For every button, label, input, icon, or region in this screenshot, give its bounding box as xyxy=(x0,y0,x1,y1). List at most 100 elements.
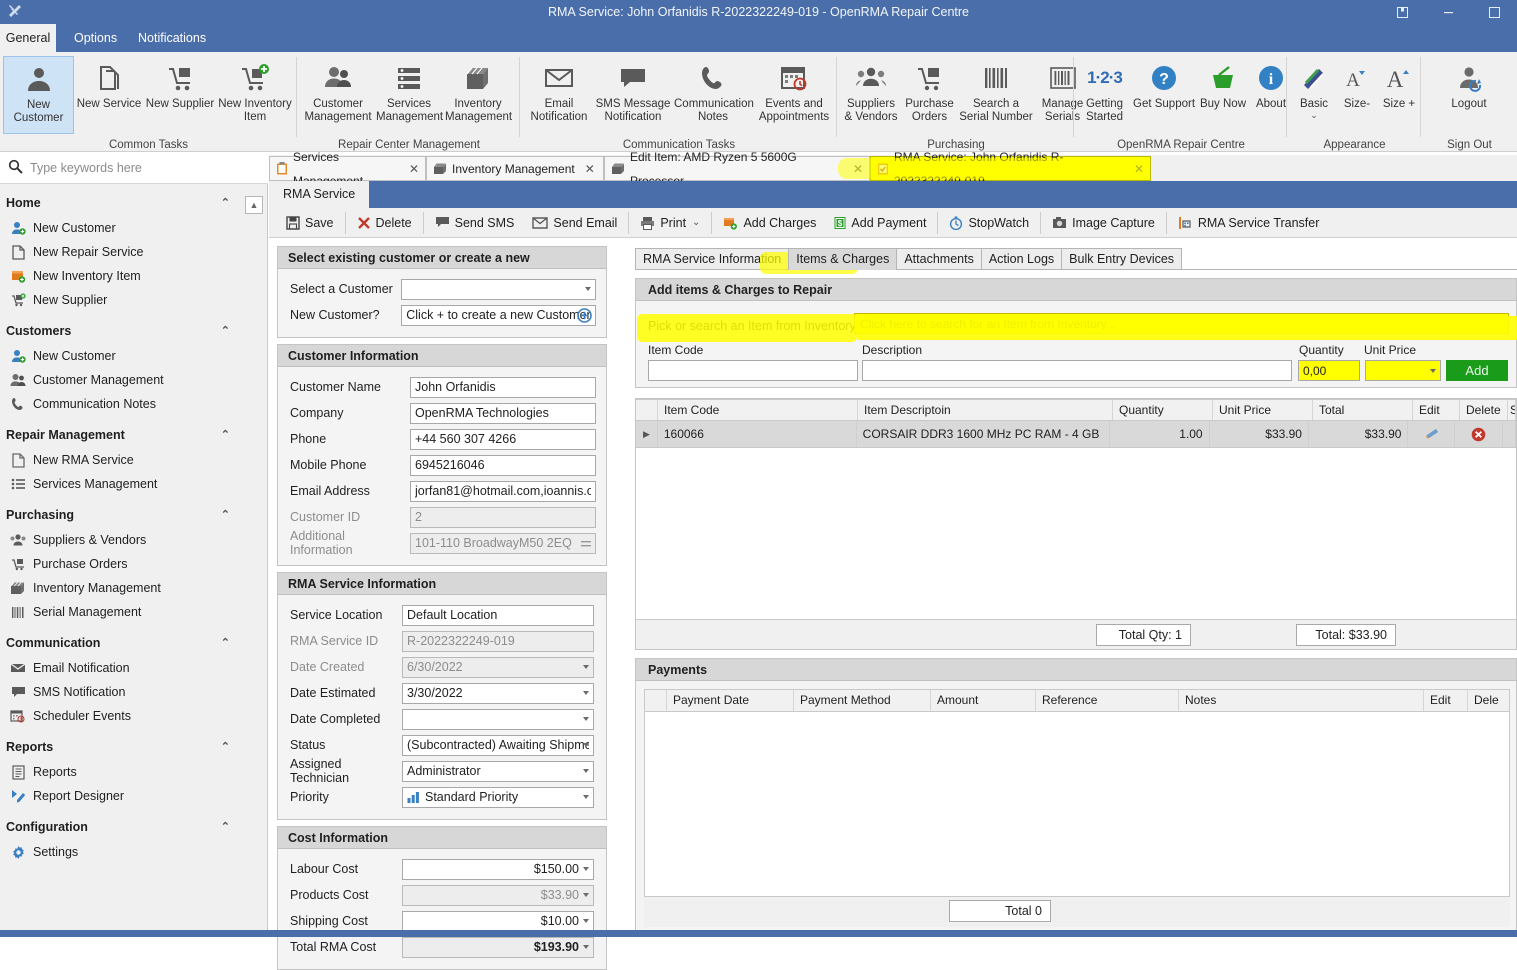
pencil-icon[interactable] xyxy=(1408,421,1456,447)
col-total[interactable]: Total xyxy=(1313,400,1413,420)
quantity-input[interactable]: 0,00 xyxy=(1298,360,1360,381)
maximize-icon[interactable] xyxy=(1471,0,1517,24)
sidebar-item-services-management[interactable]: Services Management xyxy=(0,472,268,496)
col-item-description[interactable]: Item Descriptoin xyxy=(858,400,1113,420)
restore-icon[interactable] xyxy=(1379,0,1425,24)
mobile-phone-field[interactable]: 6945216046 xyxy=(410,454,596,476)
sidebar-group-reports[interactable]: Reports ⌃ xyxy=(0,734,268,760)
item-code-input[interactable] xyxy=(648,360,858,381)
select-customer-combo[interactable] xyxy=(401,278,596,300)
new-customer-field[interactable]: Click + to create a new Customer xyxy=(401,304,596,326)
status-combo[interactable]: (Subcontracted) Awaiting Shipme... xyxy=(402,734,594,756)
sidebar-item-new-rma-service[interactable]: New RMA Service xyxy=(0,448,268,472)
sidebar-group-home[interactable]: Home ⌃ xyxy=(0,190,268,216)
ribbon-about[interactable]: i About xyxy=(1251,56,1291,111)
col-unit-price[interactable]: Unit Price xyxy=(1213,400,1313,420)
sidebar-item-serial-management[interactable]: Serial Management xyxy=(0,600,268,624)
doc-tab-edit-item[interactable]: Edit Item: AMD Ryzen 5 5600G Processor ✕ xyxy=(604,150,870,188)
minimize-icon[interactable] xyxy=(1425,0,1471,24)
close-icon[interactable]: ✕ xyxy=(409,157,419,181)
sidebar-item-customer-management[interactable]: Customer Management xyxy=(0,368,268,392)
print-button[interactable]: Print ⌄ xyxy=(631,209,709,237)
tab-bulk-entry-devices[interactable]: Bulk Entry Devices xyxy=(1061,248,1183,270)
add-charges-button[interactable]: Add Charges xyxy=(714,209,825,237)
doc-tab-inventory-management[interactable]: Inventory Management ✕ xyxy=(426,156,604,181)
sidebar-item-purchase-orders[interactable]: Purchase Orders xyxy=(0,552,268,576)
col-quantity[interactable]: Quantity xyxy=(1113,400,1213,420)
labour-cost-field[interactable]: $150.00 xyxy=(402,858,594,880)
tab-attachments[interactable]: Attachments xyxy=(896,248,982,270)
col-notes[interactable]: Notes xyxy=(1179,690,1424,711)
send-email-button[interactable]: Send Email xyxy=(523,209,626,237)
expand-editor-icon[interactable] xyxy=(581,538,591,548)
ribbon-new-inventory-item[interactable]: New Inventory Item xyxy=(218,56,292,124)
ribbon-email-notification[interactable]: Email Notification xyxy=(526,56,592,124)
ribbon-buy-now[interactable]: Buy Now xyxy=(1197,56,1249,111)
col-reference[interactable]: Reference xyxy=(1036,690,1179,711)
chevron-down-icon[interactable]: ⌄ xyxy=(692,217,700,228)
col-payment-date[interactable]: Payment Date xyxy=(667,690,794,711)
col-payment-method[interactable]: Payment Method xyxy=(794,690,931,711)
stopwatch-button[interactable]: StopWatch xyxy=(940,209,1038,237)
close-icon[interactable]: ✕ xyxy=(1134,157,1144,181)
inventory-search-input[interactable]: Click here to search for an Item from In… xyxy=(854,313,1509,334)
phone-field[interactable]: +44 560 307 4266 xyxy=(410,428,596,450)
sidebar-item-email-notification[interactable]: Email Notification xyxy=(0,656,268,680)
sidebar-item-new-repair-service[interactable]: New Repair Service xyxy=(0,240,268,264)
sidebar-item-inventory-management[interactable]: Inventory Management xyxy=(0,576,268,600)
unit-price-combo[interactable] xyxy=(1365,360,1441,381)
ribbon-purchase-orders[interactable]: Purchase Orders xyxy=(902,56,957,124)
col-delete[interactable]: Delete xyxy=(1460,400,1508,420)
sidebar-item-new-supplier[interactable]: New Supplier xyxy=(0,288,268,312)
tab-action-logs[interactable]: Action Logs xyxy=(980,248,1063,270)
delete-circle-icon[interactable] xyxy=(1455,421,1503,447)
ribbon-tab-general[interactable]: General xyxy=(0,24,56,52)
send-sms-button[interactable]: Send SMS xyxy=(426,209,524,237)
col-payment-delete[interactable]: Dele xyxy=(1468,690,1508,711)
col-item-code[interactable]: Item Code xyxy=(658,400,858,420)
ribbon-communication-notes[interactable]: Communication Notes xyxy=(674,56,754,124)
sidebar-group-communication[interactable]: Communication ⌃ xyxy=(0,630,268,656)
tab-rma-service-information[interactable]: RMA Service Information xyxy=(635,248,790,270)
sidebar-item-suppliers-vendors[interactable]: Suppliers & Vendors xyxy=(0,528,268,552)
search-input[interactable]: Type keywords here xyxy=(0,152,268,184)
sidebar-item-communication-notes[interactable]: Communication Notes xyxy=(0,392,268,416)
save-button[interactable]: Save xyxy=(277,209,343,237)
col-payment-edit[interactable]: Edit xyxy=(1424,690,1468,711)
date-completed-field[interactable] xyxy=(402,708,594,730)
ribbon-services-management[interactable]: Services Management xyxy=(376,56,443,124)
close-icon[interactable]: ✕ xyxy=(585,157,595,181)
ribbon-suppliers-vendors[interactable]: Suppliers & Vendors xyxy=(842,56,900,124)
add-item-button[interactable]: Add xyxy=(1446,360,1508,381)
sidebar-item-new-customer[interactable]: New Customer xyxy=(0,216,268,240)
ribbon-size-decrease[interactable]: A Size- xyxy=(1337,56,1377,111)
ribbon-search-serial-number[interactable]: Search a Serial Number xyxy=(959,56,1033,124)
sidebar-group-repair-management[interactable]: Repair Management ⌃ xyxy=(0,422,268,448)
ribbon-logout[interactable]: Logout xyxy=(1440,56,1498,111)
ribbon-tab-options[interactable]: Options xyxy=(60,24,131,52)
email-address-field[interactable]: jorfan81@hotmail.com,ioannis.orfani xyxy=(410,480,596,502)
doc-tab-rma-service[interactable]: RMA Service: John Orfanidis R-2022322249… xyxy=(870,150,1151,188)
date-estimated-field[interactable]: 3/30/2022 xyxy=(402,682,594,704)
col-amount[interactable]: Amount xyxy=(931,690,1036,711)
service-location-field[interactable]: Default Location xyxy=(402,604,594,626)
ribbon-events-appointments[interactable]: Events and Appointments xyxy=(756,56,832,124)
company-field[interactable]: OpenRMA Technologies xyxy=(410,402,596,424)
ribbon-get-support[interactable]: ? Get Support xyxy=(1133,56,1195,111)
ribbon-new-customer[interactable]: New Customer xyxy=(3,56,74,134)
ribbon-customer-management[interactable]: Customer Management xyxy=(303,56,373,124)
sidebar-group-customers[interactable]: Customers ⌃ xyxy=(0,318,268,344)
ribbon-sms-notification[interactable]: SMS Message Notification xyxy=(595,56,671,124)
delete-button[interactable]: Delete xyxy=(348,209,421,237)
priority-combo[interactable]: Standard Priority xyxy=(402,786,594,808)
table-row[interactable]: ▶ 160066 CORSAIR DDR3 1600 MHz PC RAM - … xyxy=(636,421,1516,448)
rma-service-transfer-button[interactable]: RMA Service Transfer xyxy=(1169,209,1329,237)
sidebar-item-customers-new-customer[interactable]: New Customer xyxy=(0,344,268,368)
doc-tab-services-management[interactable]: Services Management ✕ xyxy=(269,150,426,188)
sidebar-item-new-inventory-item[interactable]: New Inventory Item xyxy=(0,264,268,288)
sidebar-item-sms-notification[interactable]: SMS Notification xyxy=(0,680,268,704)
customer-name-field[interactable]: John Orfanidis xyxy=(410,376,596,398)
sidebar-group-configuration[interactable]: Configuration ⌃ xyxy=(0,814,268,840)
col-extra[interactable]: S xyxy=(1508,400,1516,420)
add-payment-button[interactable]: $ Add Payment xyxy=(825,209,935,237)
